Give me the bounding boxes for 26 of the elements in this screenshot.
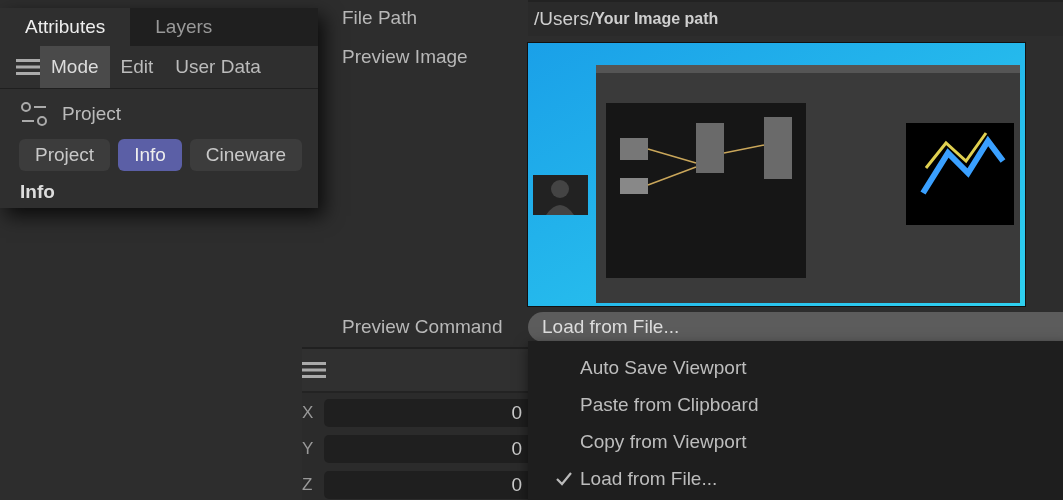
- number-field[interactable]: 0: [324, 471, 528, 499]
- menu-item[interactable]: User Data: [164, 46, 272, 88]
- menu-item[interactable]: Mode: [40, 46, 110, 88]
- menu-option[interactable]: Auto Save Viewport: [580, 356, 747, 379]
- menu-option[interactable]: Copy from Viewport: [580, 430, 747, 453]
- section-tab[interactable]: Project: [19, 139, 111, 171]
- object-title: Project: [62, 103, 122, 125]
- field-label: File Path: [341, 7, 418, 29]
- section-tab[interactable]: Info: [118, 139, 182, 171]
- menu-icon[interactable]: [302, 361, 326, 379]
- section-tab[interactable]: Cineware: [189, 139, 303, 171]
- menu-icon[interactable]: [16, 58, 40, 76]
- menu-option[interactable]: Load from File...: [580, 467, 718, 490]
- number-field[interactable]: 0: [324, 435, 528, 463]
- panel-tab[interactable]: Attributes: [0, 8, 131, 46]
- dropdown-field[interactable]: Load from File...: [528, 312, 1063, 342]
- menu-option[interactable]: Paste from Clipboard: [580, 393, 759, 416]
- field-label: Preview Image: [341, 46, 469, 68]
- axis-label: Y: [302, 439, 315, 459]
- group-heading: Info: [20, 181, 55, 202]
- field-label: Preview Command: [341, 316, 504, 338]
- number-field[interactable]: 0: [324, 399, 528, 427]
- menu-item[interactable]: Edit: [109, 46, 165, 88]
- sliders-icon: [20, 101, 50, 127]
- axis-label: X: [302, 403, 315, 423]
- axis-label: Z: [302, 475, 314, 495]
